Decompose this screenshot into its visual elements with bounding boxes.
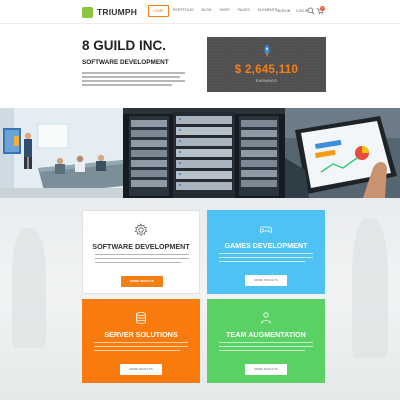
database-icon — [136, 311, 146, 324]
search-icon[interactable] — [307, 7, 315, 15]
text-line — [219, 257, 313, 259]
more-results-button[interactable]: MORE RESULTS — [245, 364, 287, 375]
text-line — [94, 342, 188, 344]
more-results-button[interactable]: MORE RESULTS — [121, 276, 163, 287]
text-line — [95, 258, 189, 260]
background-person — [352, 218, 388, 358]
earnings-stat-box: $ 2,645,110 EARNINGS — [207, 37, 326, 92]
nav-item-shop[interactable]: SHOP — [215, 5, 233, 17]
text-line — [219, 261, 305, 263]
intro-section: 8 GUILD INC. SOFTWARE DEVELOPMENT $ 2,64… — [0, 24, 400, 108]
service-card-server[interactable]: SERVER SOLUTIONS MORE RESULTS — [82, 299, 200, 383]
service-title: TEAM AUGMENTATION — [226, 330, 306, 339]
text-line — [95, 254, 189, 256]
site-header: TRIUMPH HOME PORTFOLIO BLOG SHOP PAGES E… — [0, 0, 400, 24]
text-line — [95, 262, 181, 264]
earnings-value: $ 2,645,110 — [234, 64, 299, 76]
brand-name: TRIUMPH — [97, 7, 138, 17]
text-line — [219, 350, 305, 352]
gear-icon — [134, 223, 148, 236]
text-line — [82, 76, 180, 78]
service-title: SOFTWARE DEVELOPMENT — [92, 242, 190, 251]
main-nav: HOME PORTFOLIO BLOG SHOP PAGES ELEMENTS — [148, 5, 281, 17]
nav-item-pages[interactable]: PAGES — [234, 5, 254, 17]
brand-logo[interactable]: TRIUMPH — [82, 6, 137, 18]
rocket-icon — [262, 44, 272, 58]
gamepad-icon — [259, 226, 273, 233]
photo-strip — [0, 108, 400, 198]
text-line — [82, 84, 172, 86]
text-line — [94, 350, 180, 352]
logo-icon — [82, 6, 93, 18]
earnings-label: EARNINGS — [255, 79, 278, 83]
more-results-button[interactable]: MORE RESULTS — [245, 275, 287, 286]
cart-count-badge: 0 — [320, 6, 325, 11]
text-line — [82, 72, 185, 74]
tablet-analytics-photo — [285, 108, 400, 198]
text-line — [94, 346, 188, 348]
text-line — [82, 80, 185, 82]
company-tagline: SOFTWARE DEVELOPMENT — [82, 59, 169, 66]
office-presentation-photo — [0, 108, 123, 198]
text-line — [219, 346, 313, 348]
text-line — [219, 253, 313, 255]
text-line — [219, 342, 313, 344]
more-results-button[interactable]: MORE RESULTS — [120, 364, 162, 375]
nav-item-portfolio[interactable]: PORTFOLIO — [169, 5, 198, 17]
nav-item-home[interactable]: HOME — [148, 5, 169, 17]
service-card-software[interactable]: SOFTWARE DEVELOPMENT MORE RESULTS — [82, 210, 200, 294]
nav-item-blog[interactable]: BLOG — [197, 5, 215, 17]
services-section: SOFTWARE DEVELOPMENT MORE RESULTS GAMES … — [0, 198, 400, 400]
service-card-games[interactable]: GAMES DEVELOPMENT MORE RESULTS — [207, 210, 325, 294]
sign-in-link[interactable]: SIGN IN — [277, 9, 290, 13]
team-icon — [261, 312, 271, 324]
server-rack-photo — [123, 108, 285, 198]
service-title: SERVER SOLUTIONS — [104, 330, 178, 339]
service-title: GAMES DEVELOPMENT — [224, 241, 308, 250]
background-person — [12, 228, 46, 348]
company-name: 8 GUILD INC. — [82, 38, 167, 53]
service-card-team[interactable]: TEAM AUGMENTATION MORE RESULTS — [207, 299, 325, 383]
